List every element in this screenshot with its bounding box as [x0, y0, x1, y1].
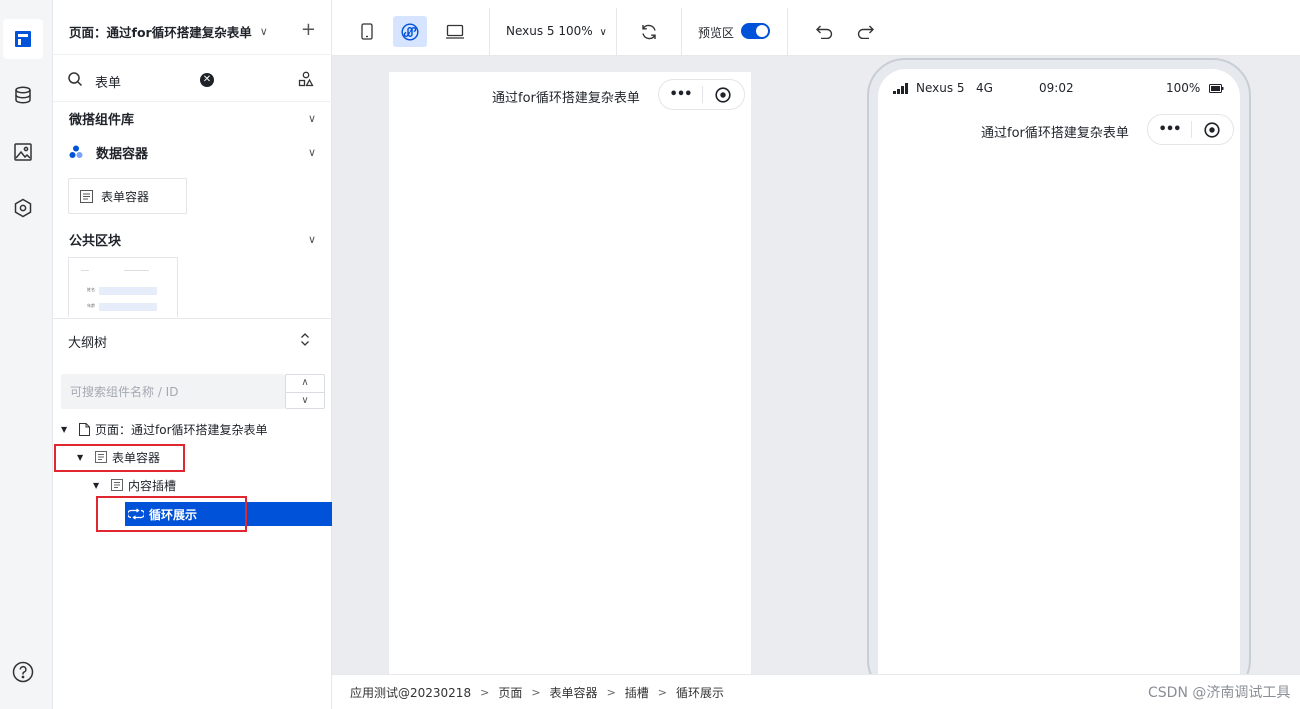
public-blocks-section-header[interactable]: 公共区块 ∨ — [53, 224, 332, 254]
editor-frame[interactable]: 通过for循环搭建复杂表单 ••• — [389, 72, 751, 674]
more-icon[interactable]: ••• — [1148, 122, 1191, 137]
left-panel: 页面：通过for循环搭建复杂表单 ∨ + 表单 ✕ 微搭组件库 ∨ 数据容器 ∨ — [53, 0, 332, 709]
library-section-header[interactable]: 微搭组件库 ∨ — [53, 103, 332, 133]
preview-toggle[interactable] — [741, 23, 770, 39]
miniprogram-device-icon[interactable] — [393, 16, 427, 47]
chevron-down-icon[interactable]: ∨ — [286, 392, 324, 409]
miniprogram-capsule: ••• — [1147, 114, 1234, 145]
toolbar-divider — [787, 8, 788, 55]
tree-node-page[interactable]: ▼ 页面：通过for循环搭建复杂表单 — [61, 417, 268, 441]
data-container-group-header[interactable]: 数据容器 ∨ — [53, 137, 332, 167]
tree-node-label: 页面：通过for循环搭建复杂表单 — [95, 422, 268, 437]
outline-nav-stepper: ∧ ∨ — [285, 374, 325, 409]
breadcrumb-item[interactable]: 应用测试@20230218 — [350, 684, 471, 701]
icon-rail — [0, 0, 53, 709]
toolbar-divider — [681, 8, 682, 55]
chevron-up-icon[interactable]: ∧ — [286, 375, 324, 392]
caret-down-icon[interactable]: ▼ — [93, 481, 107, 490]
chevron-right-icon: > — [606, 685, 616, 699]
toolbar: Nexus 5 100% ∨ 预览区 — [332, 8, 1300, 56]
nav-bar-title: 通过for循环搭建复杂表单 — [981, 126, 1129, 141]
highlight-box-form-container — [54, 444, 185, 472]
chevron-down-icon: ∨ — [599, 27, 607, 38]
phone-screen[interactable]: Nexus 5 4G 09:02 100% 通过for循环搭建复杂表单 ••• — [878, 69, 1240, 674]
page-file-icon — [79, 422, 90, 436]
battery-percent: 100% — [1166, 81, 1201, 95]
expand-collapse-icon[interactable] — [300, 333, 310, 349]
undo-icon[interactable] — [807, 16, 841, 47]
refresh-icon[interactable] — [632, 16, 666, 47]
outline-search-input[interactable] — [70, 384, 270, 399]
miniprogram-capsule: ••• — [658, 79, 745, 110]
breadcrumb-item[interactable]: 插槽 — [625, 684, 649, 701]
breadcrumb-item[interactable]: 表单容器 — [550, 684, 598, 701]
close-target-icon[interactable] — [1192, 121, 1233, 138]
layout-icon[interactable] — [3, 19, 43, 59]
data-container-group-title: 数据容器 — [96, 146, 149, 162]
toolbar-divider — [616, 8, 617, 55]
breadcrumb-item[interactable]: 循环展示 — [676, 684, 724, 701]
carrier-label: Nexus 5 — [916, 81, 965, 95]
outline-tree-header: 大纲树 — [53, 318, 332, 364]
preview-label: 预览区 — [698, 26, 735, 40]
tree-node-label: 内容插槽 — [128, 478, 177, 493]
settings-icon[interactable] — [3, 188, 43, 228]
phone-preview-frame: Nexus 5 4G 09:02 100% 通过for循环搭建复杂表单 ••• — [867, 58, 1251, 674]
chevron-down-icon: ∨ — [307, 111, 316, 125]
device-zoom-value: Nexus 5 100% — [506, 24, 593, 38]
tree-node-content-slot[interactable]: ▼ 内容插槽 — [93, 473, 176, 497]
page-selector[interactable]: 页面：通过for循环搭建复杂表单 ∨ + — [53, 8, 332, 55]
thumb-row-label: 年龄 — [87, 303, 95, 308]
add-page-icon[interactable]: + — [301, 20, 316, 40]
desktop-device-icon[interactable] — [438, 16, 472, 47]
help-icon[interactable] — [3, 652, 43, 692]
chevron-right-icon: > — [657, 685, 668, 699]
watermark: CSDN @济南调试工具 — [1148, 685, 1291, 701]
status-bar: Nexus 5 4G 09:02 100% — [878, 81, 1240, 97]
slot-icon — [111, 479, 123, 491]
breadcrumb-item[interactable]: 页面 — [498, 684, 522, 701]
chevron-right-icon: > — [531, 685, 541, 699]
chevron-right-icon: > — [480, 685, 490, 699]
signal-icon — [893, 83, 909, 94]
search-icon — [67, 71, 83, 91]
caret-down-icon[interactable]: ▼ — [61, 425, 75, 434]
status-time: 09:02 — [1039, 81, 1074, 95]
form-container-label: 表单容器 — [101, 189, 150, 204]
network-label: 4G — [976, 81, 993, 95]
nav-bar-title: 通过for循环搭建复杂表单 — [492, 91, 640, 106]
more-icon[interactable]: ••• — [659, 87, 702, 102]
highlight-box-loop-display — [96, 496, 247, 532]
database-icon[interactable] — [3, 75, 43, 115]
data-container-icon — [69, 145, 83, 159]
chevron-down-icon: ∨ — [307, 145, 316, 159]
component-search-input[interactable]: 表单 — [95, 72, 121, 91]
thumb-row-label: 姓名 — [87, 287, 95, 292]
form-icon — [80, 189, 93, 203]
public-blocks-title: 公共区块 — [69, 233, 122, 249]
close-target-icon[interactable] — [703, 86, 744, 103]
redo-icon[interactable] — [848, 16, 882, 47]
battery-icon — [1209, 84, 1224, 93]
design-canvas: 通过for循环搭建复杂表单 ••• Nexus 5 4G 09:02 100% … — [332, 56, 1300, 674]
page-title: 页面：通过for循环搭建复杂表单 — [69, 24, 252, 40]
clear-search-icon[interactable]: ✕ — [200, 73, 214, 87]
app-root: 页面：通过for循环搭建复杂表单 ∨ + 表单 ✕ 微搭组件库 ∨ 数据容器 ∨ — [0, 0, 1300, 709]
form-container-component[interactable]: 表单容器 — [68, 178, 187, 214]
outline-search-box[interactable] — [61, 374, 285, 409]
chevron-down-icon: ∨ — [259, 24, 268, 38]
component-search-bar[interactable]: 表单 ✕ — [53, 60, 332, 102]
toolbar-divider — [489, 8, 490, 55]
mobile-device-icon[interactable] — [350, 16, 384, 47]
device-zoom-select[interactable]: Nexus 5 100% ∨ — [506, 24, 607, 38]
library-title: 微搭组件库 — [69, 112, 135, 128]
chevron-down-icon: ∨ — [307, 232, 316, 246]
shapes-filter-icon[interactable] — [298, 71, 314, 91]
public-block-thumbnail[interactable]: 姓名 年龄 — [68, 257, 178, 317]
outline-title: 大纲树 — [68, 336, 108, 351]
image-icon[interactable] — [3, 132, 43, 172]
